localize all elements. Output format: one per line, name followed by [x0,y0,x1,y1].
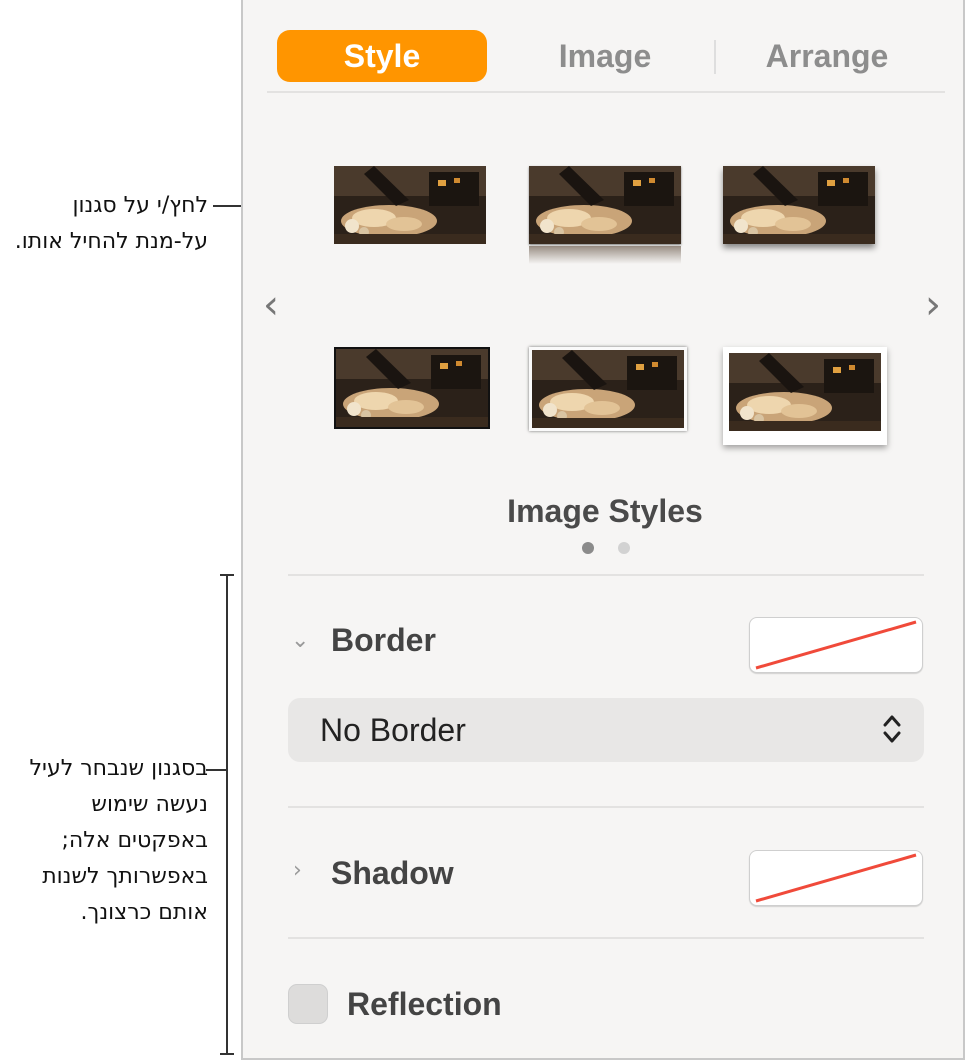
image-style-thumbnail[interactable] [334,347,490,429]
no-color-slash-icon [755,853,917,903]
divider [267,91,945,93]
callout-style-tip: לחץ/י על סגנון על-מנת להחיל אותו. [14,193,208,254]
reflection-label[interactable]: Reflection [347,986,502,1023]
divider [288,574,924,576]
callout-effects-tip: בסגנון שנבחר לעיל נעשה שימוש באפקטים אלה… [29,756,208,925]
photo-preview [729,353,881,431]
tab-image[interactable]: Image [505,30,705,82]
next-styles-chevron-right-icon[interactable]: › [925,282,941,328]
page-dot[interactable] [618,542,630,554]
border-style-popup[interactable]: No Border [288,698,924,762]
image-style-thumbnail[interactable] [529,166,681,244]
image-styles-title: Image Styles [507,493,703,529]
photo-preview [723,166,875,244]
up-down-chevron-icon [883,715,901,743]
photo-preview [334,166,486,244]
border-style-value: No Border [320,711,466,748]
photo-preview [532,350,684,428]
border-color-well[interactable] [749,617,923,673]
format-inspector: Style Image Arrange ‹ › Image Styles ⌄ B… [241,0,965,1060]
image-style-thumbnail[interactable] [334,166,486,244]
divider [288,806,924,808]
photo-preview [336,349,488,427]
border-label[interactable]: Border [331,622,436,659]
thumbnail-reflection [529,246,681,264]
disclosure-chevron-right-icon[interactable]: › [293,858,302,883]
bracket-line [226,574,228,1055]
tab-arrange[interactable]: Arrange [727,30,927,82]
shadow-label[interactable]: Shadow [331,855,454,892]
shadow-color-well[interactable] [749,850,923,906]
image-style-thumbnail[interactable] [723,166,875,244]
photo-preview [529,166,681,244]
image-style-thumbnail[interactable] [529,347,687,431]
previous-styles-chevron-left-icon[interactable]: ‹ [263,282,279,328]
divider [288,937,924,939]
image-style-thumbnail[interactable] [723,347,887,445]
bracket-bottom [220,1053,234,1055]
tab-style[interactable]: Style [277,30,487,82]
disclosure-chevron-down-icon[interactable]: ⌄ [291,628,309,653]
tab-separator [714,40,716,74]
reflection-checkbox[interactable] [288,984,328,1024]
bracket-tick [206,769,226,771]
page-dot-active[interactable] [582,542,594,554]
bracket-top [220,574,234,576]
no-color-slash-icon [755,620,917,670]
